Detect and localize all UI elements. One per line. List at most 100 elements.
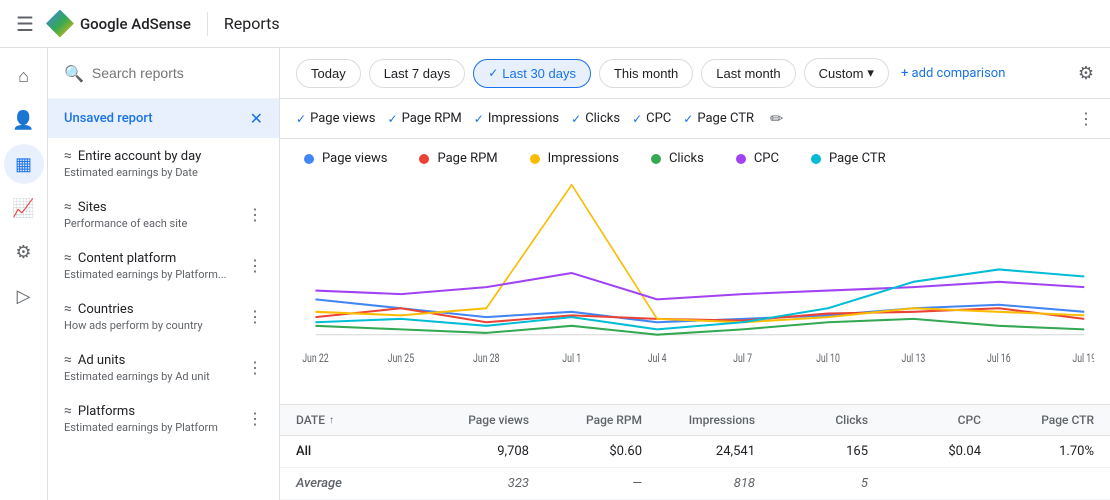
check-icon: ✓	[488, 66, 498, 80]
reports-icon[interactable]: ▦	[4, 144, 44, 184]
cell-page-ctr-1	[981, 476, 1094, 491]
filter-today[interactable]: Today	[296, 59, 361, 88]
settings-icon[interactable]: ⚙	[1078, 63, 1094, 84]
chip-check-icon: ✓	[571, 112, 581, 126]
tilde-icon: ≈	[64, 199, 72, 215]
metric-chips: ✓ Page views ✓ Page RPM ✓ Impressions ✓ …	[280, 99, 1110, 139]
add-comparison-btn[interactable]: + add comparison	[901, 66, 1005, 81]
sidebar-item-title: ≈ Ad units	[64, 352, 210, 368]
more-options-icon[interactable]: ⋮	[247, 409, 263, 428]
sidebar-item-content: ≈ Sites Performance of each site	[64, 199, 187, 230]
sidebar-item-desc: Estimated earnings by Platform...	[64, 268, 227, 281]
tilde-icon: ≈	[64, 403, 72, 419]
sidebar-item-5[interactable]: ≈ Platforms Estimated earnings by Platfo…	[48, 393, 279, 444]
legend-item-3: Clicks	[651, 151, 704, 166]
table-body: All 9,708 $0.60 24,541 165 $0.04 1.70% A…	[280, 436, 1110, 500]
logo-text: Google AdSense	[80, 15, 191, 33]
legend-dot-5	[811, 154, 821, 164]
sidebar-item-title: ≈ Sites	[64, 199, 187, 215]
legend-item-0: Page views	[304, 151, 387, 166]
col-page-rpm: Page RPM	[529, 413, 642, 427]
video-play-icon[interactable]: ▷	[4, 276, 44, 316]
col-impressions: Impressions	[642, 413, 755, 427]
gear-icon[interactable]: ⚙	[4, 232, 44, 272]
legend-dot-3	[651, 154, 661, 164]
search-input[interactable]	[92, 65, 273, 81]
legend-label-0: Page views	[322, 151, 387, 166]
cell-cpc-1	[868, 476, 981, 491]
sidebar-item-title: ≈ Countries	[64, 301, 203, 317]
filter-last-month[interactable]: Last month	[701, 59, 795, 88]
chart-options-icon[interactable]: ⋮	[1078, 109, 1094, 128]
svg-text:Jul 19: Jul 19	[1072, 350, 1094, 365]
sidebar-item-desc: How ads perform by country	[64, 319, 203, 332]
sidebar-item-0[interactable]: ≈ Entire account by day Estimated earnin…	[48, 138, 279, 189]
chart-line-icon[interactable]: 📈	[4, 188, 44, 228]
main-layout: ⌂ 👤 ▦ 📈 ⚙ ▷ 🔍 ＋ Unsaved report ✕ ≈ Entir…	[0, 48, 1110, 500]
person-icon[interactable]: 👤	[4, 100, 44, 140]
home-icon[interactable]: ⌂	[4, 56, 44, 96]
svg-text:Jul 10: Jul 10	[816, 350, 840, 365]
svg-text:Jul 1: Jul 1	[562, 350, 581, 365]
chip-page-ctr[interactable]: ✓ Page CTR	[683, 111, 754, 126]
tilde-icon: ≈	[64, 250, 72, 266]
table-row-0: All 9,708 $0.60 24,541 165 $0.04 1.70%	[280, 436, 1110, 468]
hamburger-menu[interactable]: ☰	[16, 12, 34, 36]
sidebar-item-title: ≈ Content platform	[64, 250, 227, 266]
chip-check-icon: ✓	[632, 112, 642, 126]
legend-dot-0	[304, 154, 314, 164]
svg-text:Jul 13: Jul 13	[902, 350, 926, 365]
legend-item-5: Page CTR	[811, 151, 886, 166]
col-page-ctr: Page CTR	[981, 413, 1094, 427]
edit-metrics-icon[interactable]: ✏	[770, 109, 783, 128]
chip-clicks[interactable]: ✓ Clicks	[571, 111, 620, 126]
tilde-icon: ≈	[64, 148, 72, 164]
col-page-views: Page views	[416, 413, 529, 427]
sidebar-item-desc: Estimated earnings by Platform	[64, 421, 218, 434]
cell-impressions-0: 24,541	[642, 444, 755, 459]
cell-clicks-1: 5	[755, 476, 868, 491]
sidebar-item-3[interactable]: ≈ Countries How ads perform by country ⋮	[48, 291, 279, 342]
legend-dot-4	[736, 154, 746, 164]
chip-impressions[interactable]: ✓ Impressions	[474, 111, 559, 126]
legend-label-3: Clicks	[669, 151, 704, 166]
unsaved-report-item[interactable]: Unsaved report ✕	[48, 99, 279, 138]
icon-sidebar: ⌂ 👤 ▦ 📈 ⚙ ▷	[0, 48, 48, 500]
close-report-icon[interactable]: ✕	[250, 109, 263, 128]
cell-page-views-0: 9,708	[416, 444, 529, 459]
unsaved-report-label: Unsaved report	[64, 111, 153, 126]
chip-cpc[interactable]: ✓ CPC	[632, 111, 671, 126]
filter-last7[interactable]: Last 7 days	[369, 59, 466, 88]
filter-this-month[interactable]: This month	[599, 59, 693, 88]
sidebar-item-4[interactable]: ≈ Ad units Estimated earnings by Ad unit…	[48, 342, 279, 393]
legend-dot-1	[419, 154, 429, 164]
chip-check-icon: ✓	[474, 112, 484, 126]
chip-check-icon: ✓	[296, 112, 306, 126]
data-table: DATE ↑ Page views Page RPM Impressions C…	[280, 404, 1110, 500]
legend-dot-2	[530, 154, 540, 164]
more-options-icon[interactable]: ⋮	[247, 205, 263, 224]
main-content: Today Last 7 days ✓ Last 30 days This mo…	[280, 48, 1110, 500]
more-options-icon[interactable]: ⋮	[247, 256, 263, 275]
filter-last30[interactable]: ✓ Last 30 days	[473, 59, 591, 88]
chip-check-icon: ✓	[683, 112, 693, 126]
sidebar-item-1[interactable]: ≈ Sites Performance of each site ⋮	[48, 189, 279, 240]
sidebar-item-desc: Estimated earnings by Ad unit	[64, 370, 210, 383]
svg-text:Jun 22: Jun 22	[302, 350, 328, 365]
more-options-icon[interactable]: ⋮	[247, 307, 263, 326]
chart-svg-area: Jun 22Jun 25Jun 28Jul 1Jul 4Jul 7Jul 10J…	[280, 178, 1110, 404]
cell-page-ctr-0: 1.70%	[981, 444, 1094, 459]
chart-legend: Page views Page RPM Impressions Clicks C…	[280, 139, 1110, 178]
dropdown-arrow-icon: ▾	[867, 65, 874, 81]
col-date: DATE ↑	[296, 413, 416, 427]
cell-date-1: Average	[296, 476, 416, 491]
sidebar-item-2[interactable]: ≈ Content platform Estimated earnings by…	[48, 240, 279, 291]
more-options-icon[interactable]: ⋮	[247, 358, 263, 377]
sort-icon[interactable]: ↑	[329, 415, 334, 426]
cell-cpc-0: $0.04	[868, 444, 981, 459]
chip-page-views[interactable]: ✓ Page views	[296, 111, 376, 126]
legend-label-5: Page CTR	[829, 151, 886, 166]
filter-custom[interactable]: Custom ▾	[804, 58, 889, 88]
col-cpc: CPC	[868, 413, 981, 427]
chip-page-rpm[interactable]: ✓ Page RPM	[388, 111, 462, 126]
